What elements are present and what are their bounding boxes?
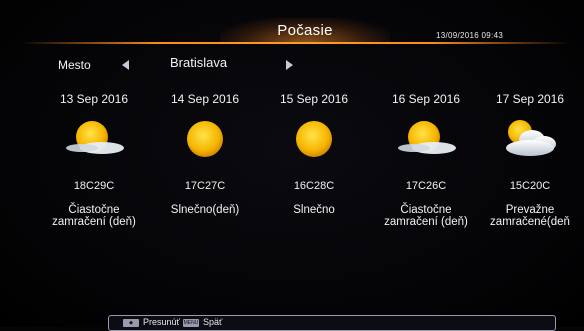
forecast-day: 16 Sep 2016 17C26C Čiastočne zamračení (… xyxy=(374,92,478,228)
menu-key-icon: MENU xyxy=(183,319,199,327)
city-label: Mesto xyxy=(58,58,91,72)
forecast-desc-line1: Prevažne xyxy=(505,204,555,216)
forecast-desc-line1: Slnečno xyxy=(293,204,335,216)
mostly-cloudy-icon xyxy=(506,120,556,156)
page-title: Počasie xyxy=(277,22,333,39)
forecast-desc-line1: Slnečno(deň) xyxy=(170,204,240,216)
move-hint: Presunúť xyxy=(143,317,180,327)
forecast-date: 14 Sep 2016 xyxy=(170,92,240,106)
forecast-desc-line1: Čiastočne xyxy=(68,204,120,216)
forecast-day: 14 Sep 2016 17C27C Slnečno(deň) xyxy=(153,92,257,216)
forecast-day: 13 Sep 2016 18C29C Čiastočne zamračení (… xyxy=(42,92,146,228)
forecast-date: 15 Sep 2016 xyxy=(279,92,349,106)
forecast-desc: Čiastočne zamračení (deň) xyxy=(42,204,146,228)
sun-icon xyxy=(296,121,332,157)
forecast-date: 13 Sep 2016 xyxy=(59,92,129,106)
forecast-temp: 17C27C xyxy=(184,180,226,192)
forecast-desc-line1: Čiastočne xyxy=(400,204,452,216)
forecast-temp: 16C28C xyxy=(293,180,335,192)
forecast-desc: Slnečno(deň) xyxy=(153,204,257,216)
forecast-day: 15 Sep 2016 16C28C Slnečno xyxy=(262,92,366,216)
city-next-arrow-icon[interactable] xyxy=(286,60,293,70)
sun-icon xyxy=(187,121,223,157)
forecast-temp: 18C29C xyxy=(73,180,115,192)
city-selector[interactable]: Bratislava xyxy=(170,55,227,70)
forecast-temp: 17C26C xyxy=(405,180,447,192)
footer-hint-bar: ◆ Presunúť MENU Späť xyxy=(108,315,556,331)
navigate-key-icon: ◆ xyxy=(123,319,139,327)
city-prev-arrow-icon[interactable] xyxy=(122,60,129,70)
datetime-readout: 13/09/2016 09:43 xyxy=(436,31,504,40)
forecast-desc: Čiastočne zamračení (deň) xyxy=(374,204,478,228)
forecast-date: 16 Sep 2016 xyxy=(391,92,461,106)
forecast-desc-line2: zamračení (deň) xyxy=(52,216,136,228)
partly-cloudy-sun-icon xyxy=(66,121,124,154)
forecast-desc: Slnečno xyxy=(262,204,366,216)
forecast-date: 17 Sep 2016 xyxy=(495,92,565,106)
forecast-temp: 15C20C xyxy=(509,180,551,192)
forecast-desc-line2: zamračené(deň xyxy=(490,216,570,228)
forecast-desc-line2: zamračení (deň) xyxy=(384,216,468,228)
forecast-desc: Prevažne zamračené(deň xyxy=(478,204,582,228)
forecast-day: 17 Sep 2016 15C20C Prevažne zamračené(de… xyxy=(478,92,582,228)
partly-cloudy-sun-icon xyxy=(398,121,456,154)
back-hint: Späť xyxy=(203,317,223,327)
header-divider xyxy=(20,42,570,44)
